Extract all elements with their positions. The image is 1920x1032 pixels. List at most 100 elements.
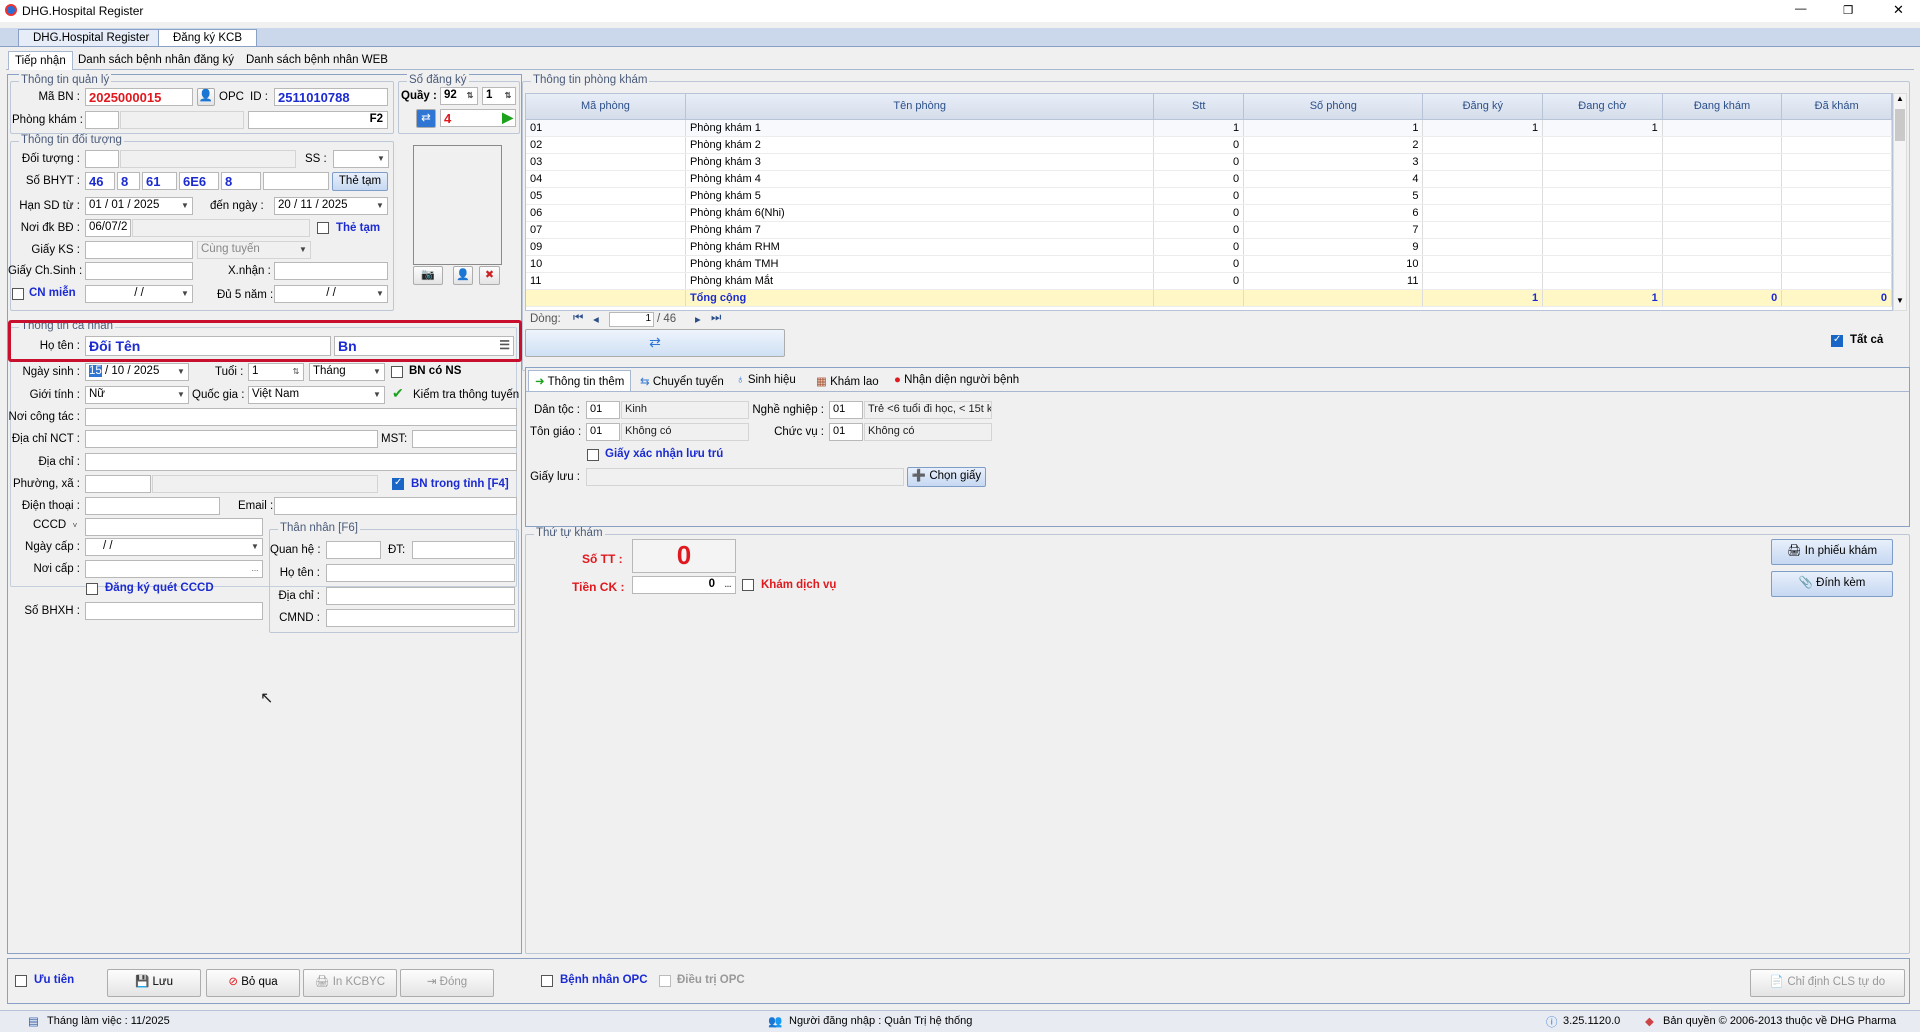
gioi-tinh-select[interactable]: Nữ ▼ [85, 386, 189, 404]
next-page-icon[interactable]: ▸ [695, 312, 701, 326]
more-icon[interactable]: ... [721, 577, 735, 593]
chi-dinh-cls-button[interactable]: 📄 Chỉ định CLS tự do [1750, 969, 1905, 997]
giay-chsinh-field[interactable] [85, 262, 193, 280]
cccd-field[interactable] [85, 518, 263, 536]
ton-giao-code[interactable]: 01 [586, 423, 620, 441]
table-row[interactable]: 01 Phòng khám 11111 [526, 119, 1892, 137]
ho-ten-field[interactable]: Đối Tên [85, 336, 331, 356]
bn-trong-tinh-checkbox[interactable] [392, 477, 404, 490]
in-kcbyc-button[interactable]: 🖨 In KCBYC [303, 969, 397, 997]
quay-stepper[interactable]: 92 ⇅ [440, 87, 478, 105]
table-row[interactable]: 09 Phòng khám RHM 0 9 [526, 238, 1892, 256]
dang-ky-quet-checkbox[interactable] [86, 583, 98, 595]
giay-ks-field[interactable] [85, 241, 193, 259]
du-5-nam-date[interactable]: / / ▼ [274, 285, 388, 303]
chuc-vu-code[interactable]: 01 [829, 423, 863, 441]
dieu-tri-opc-checkbox[interactable] [659, 975, 671, 987]
phuong-xa-code[interactable] [85, 475, 151, 493]
than-nhan-dia-chi-field[interactable] [326, 587, 515, 605]
scroll-up-icon[interactable]: ▲ [1896, 94, 1904, 103]
doc-tab-dang-ky-kcb[interactable]: Đăng ký KCB [158, 29, 258, 46]
table-row[interactable]: 07 Phòng khám 707 [526, 221, 1892, 239]
grid-refresh-button[interactable]: ⇄ [525, 329, 785, 357]
column-header[interactable]: Mã phòng [526, 94, 686, 120]
chon-giay-button[interactable]: ➕ Chọn giấy [907, 467, 986, 487]
doi-tuong-code[interactable] [85, 150, 119, 168]
in-phieu-kham-button[interactable]: 🖨 In phiếu khám [1771, 539, 1893, 565]
ma-bn-field[interactable]: 2025000015 [85, 88, 193, 106]
tuoi-unit-select[interactable]: Tháng ▼ [309, 363, 385, 381]
bn-co-ns-checkbox[interactable] [391, 366, 403, 378]
table-row[interactable]: 03 Phòng khám 303 [526, 153, 1892, 171]
table-row[interactable]: 04 Phòng khám 404 [526, 170, 1892, 188]
table-row[interactable]: 10 Phòng khám TMH 0 10 [526, 255, 1892, 273]
page-input[interactable]: 1 [609, 312, 654, 327]
tab-chuyen-tuyen[interactable]: ⇆ Chuyển tuyến [634, 371, 730, 391]
column-header[interactable]: Tên phòng [685, 94, 1155, 120]
quan-he-field[interactable] [326, 541, 381, 559]
tab-danh-sach-web[interactable]: Danh sách bệnh nhân WEB [240, 51, 394, 69]
the-tam-checkbox[interactable] [317, 222, 329, 234]
column-header[interactable]: Đang chờ [1542, 94, 1663, 120]
column-header[interactable]: Stt [1153, 94, 1245, 120]
cn-mien-date[interactable]: / / ▼ [85, 285, 193, 303]
uu-tien-checkbox[interactable] [15, 975, 27, 987]
noi-dk-code[interactable]: 06/07/2 [85, 219, 131, 237]
tab-danh-sach-dang-ky[interactable]: Danh sách bệnh nhân đăng ký [72, 51, 240, 69]
email-field[interactable] [274, 497, 517, 515]
close-button[interactable]: ✕ [1893, 2, 1904, 18]
first-page-icon[interactable]: ⏮ [573, 312, 583, 325]
id-field[interactable]: 2511010788 [274, 88, 388, 106]
tab-tiep-nhan[interactable]: Tiếp nhận [8, 51, 73, 70]
column-header[interactable]: Đăng ký [1422, 94, 1544, 120]
phong-kham-search[interactable]: F2 [248, 111, 388, 129]
noi-cong-tac-field[interactable] [85, 408, 517, 426]
maximize-button[interactable]: ❐ [1843, 3, 1853, 17]
prev-page-icon[interactable]: ◂ [593, 312, 599, 326]
cccd-type-select[interactable]: CCCD ˅ [30, 518, 82, 536]
dan-toc-code[interactable]: 01 [586, 401, 620, 419]
quay-sub-stepper[interactable]: 1 ⇅ [482, 87, 516, 105]
tab-nhan-dien[interactable]: ● Nhận diện người bệnh [888, 371, 1025, 389]
patient-search-icon[interactable]: 👤 [197, 88, 215, 106]
more-icon[interactable]: ... [248, 561, 262, 577]
table-row[interactable]: 05 Phòng khám 505 [526, 187, 1892, 205]
than-nhan-ho-ten-field[interactable] [326, 564, 515, 582]
bo-qua-button[interactable]: ⊘ Bỏ qua [206, 969, 300, 997]
camera-icon[interactable]: 📷 [413, 266, 443, 285]
bhyt-part-2[interactable]: 8 [117, 172, 140, 190]
scroll-thumb[interactable] [1895, 109, 1905, 141]
table-row[interactable]: 02 Phòng khám 202 [526, 136, 1892, 154]
tien-ck-field[interactable]: 0... [632, 576, 736, 594]
kham-dich-vu-checkbox[interactable] [742, 579, 754, 591]
cn-mien-checkbox[interactable] [12, 288, 24, 300]
tab-thong-tin-them[interactable]: ➜ Thông tin thêm [528, 370, 632, 391]
so-bhxh-field[interactable] [85, 602, 263, 620]
dinh-kem-button[interactable]: 📎 Đính kèm [1771, 571, 1893, 597]
refresh-icon[interactable]: ⇄ [416, 109, 436, 128]
mst-field[interactable] [412, 430, 517, 448]
bhyt-part-6[interactable] [263, 172, 329, 190]
tuoi-stepper[interactable]: 1 ⇅ [248, 363, 304, 381]
bhyt-part-4[interactable]: 6E6 [179, 172, 219, 190]
bn-opc-checkbox[interactable] [541, 975, 553, 987]
luu-button[interactable]: 💾 Lưu [107, 969, 201, 997]
quoc-gia-select[interactable]: Việt Nam ▼ [248, 386, 385, 404]
grid-scrollbar[interactable]: ▲ ▼ [1893, 93, 1907, 311]
dong-button[interactable]: ⇥ Đóng [400, 969, 494, 997]
bhyt-part-3[interactable]: 61 [142, 172, 177, 190]
scroll-down-icon[interactable]: ▼ [1896, 296, 1904, 305]
xnhan-field[interactable] [274, 262, 388, 280]
next-icon[interactable]: ▶ [502, 110, 513, 126]
doc-tab-hospital-register[interactable]: DHG.Hospital Register [18, 29, 165, 46]
photo-delete-icon[interactable]: ✖ [479, 266, 500, 285]
ten-goi-field[interactable]: Bn ☰ [334, 336, 514, 356]
last-page-icon[interactable]: ⏭ [711, 312, 721, 325]
minimize-button[interactable]: — [1795, 3, 1807, 15]
han-tu-date[interactable]: 01 / 01 / 2025 ▼ [85, 197, 193, 215]
tab-kham-lao[interactable]: ▦ Khám lao [810, 371, 885, 391]
tab-sinh-hieu[interactable]: ♁ Sinh hiệu [730, 371, 802, 389]
giay-xac-nhan-checkbox[interactable] [587, 449, 599, 461]
the-tam-button[interactable]: Thẻ tạm [332, 172, 388, 191]
han-den-date[interactable]: 20 / 11 / 2025 ▼ [274, 197, 388, 215]
